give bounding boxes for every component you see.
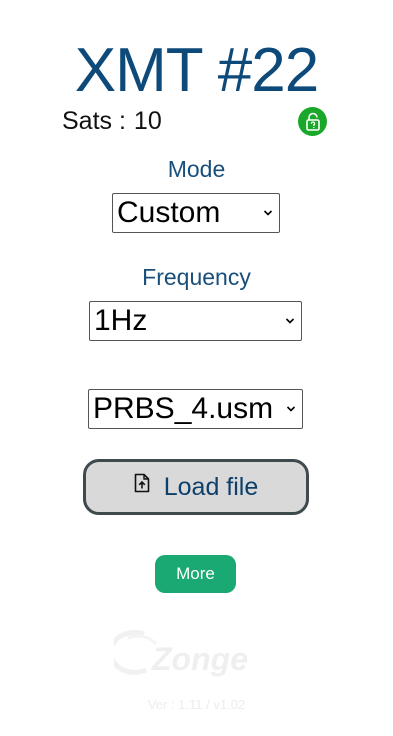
lock-button[interactable] [298, 107, 327, 136]
sats-label: Sats : [62, 107, 126, 135]
chevron-down-icon [283, 314, 297, 328]
load-file-label: Load file [163, 472, 259, 501]
load-file-button[interactable]: Load file [83, 459, 309, 515]
more-button[interactable]: More [155, 555, 236, 593]
svg-text:Zonge: Zonge [151, 641, 248, 677]
zonge-logo: Zonge [114, 629, 248, 677]
file-upload-icon [134, 473, 150, 493]
mode-selected-value: Custom [117, 196, 221, 229]
mode-label: Mode [167, 156, 226, 182]
unlocked-padlock-icon [305, 112, 320, 131]
file-select[interactable]: PRBS_4.usm [88, 389, 303, 429]
sats-status: Sats :10 [62, 106, 162, 136]
frequency-label: Frequency [142, 264, 251, 290]
chevron-down-icon [284, 402, 298, 416]
sats-value: 10 [133, 107, 162, 135]
file-selected-value: PRBS_4.usm [93, 392, 274, 425]
chevron-down-icon [261, 206, 275, 220]
frequency-selected-value: 1Hz [94, 304, 148, 337]
frequency-select[interactable]: 1Hz [89, 301, 302, 341]
mode-select[interactable]: Custom [112, 193, 280, 233]
page-title: XMT #22 [74, 36, 319, 105]
version-text: Ver : 1.11 / v1.02 [147, 697, 246, 712]
app-screen: XMT #22 Sats :10 Mode Custom Frequency 1… [0, 0, 393, 736]
